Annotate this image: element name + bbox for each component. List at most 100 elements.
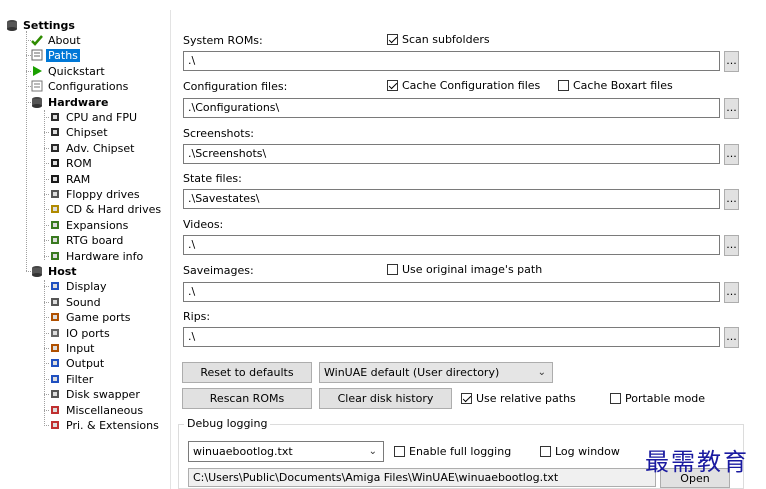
tree-item-rom[interactable]: ROM — [49, 156, 94, 171]
videos-browse-button[interactable]: ... — [724, 235, 739, 256]
log-window-checkbox[interactable]: Log window — [540, 445, 620, 459]
path-mode-value: WinUAE default (User directory) — [324, 366, 500, 379]
cache-boxart-label: Cache Boxart files — [573, 79, 673, 92]
floppy-drive-icon — [49, 188, 61, 200]
log-window-label: Log window — [555, 445, 620, 458]
tree-item-filter[interactable]: Filter — [49, 372, 95, 387]
config-files-field[interactable]: .\Configurations\ — [183, 98, 720, 118]
screenshots-browse-button[interactable]: ... — [724, 144, 739, 165]
tree-item-label: Miscellaneous — [66, 403, 144, 417]
screenshots-field[interactable]: .\Screenshots\ — [183, 144, 720, 164]
tree-item-label: RTG board — [66, 234, 124, 248]
system-roms-field[interactable]: .\ — [183, 51, 720, 71]
rescan-roms-button[interactable]: Rescan ROMs — [182, 388, 312, 409]
log-path-field[interactable]: C:\Users\Public\Documents\Amiga Files\Wi… — [188, 468, 656, 487]
hardware-icon — [31, 96, 43, 108]
tree-item-rtg-board[interactable]: RTG board — [49, 233, 125, 248]
settings-icon — [6, 19, 18, 31]
use-original-path-checkbox[interactable]: Use original image's path — [387, 263, 542, 277]
tree-item-label: IO ports — [66, 326, 110, 340]
state-files-browse-button[interactable]: ... — [724, 189, 739, 210]
tree-item-adv-chipset[interactable]: Adv. Chipset — [49, 141, 136, 156]
saveimages-field[interactable]: .\ — [183, 282, 720, 302]
tree-item-label: Pri. & Extensions — [66, 419, 159, 432]
tree-item-paths[interactable]: Paths — [31, 48, 80, 63]
paths-folder-icon — [31, 49, 43, 61]
tree-item-expansions[interactable]: Expansions — [49, 218, 130, 233]
joystick-icon — [49, 311, 61, 323]
tree-item-about[interactable]: About — [31, 33, 83, 48]
tree-item-game-ports[interactable]: Game ports — [49, 310, 133, 325]
portable-mode-checkbox[interactable]: Portable mode — [610, 392, 705, 406]
tree-item-chipset[interactable]: Chipset — [49, 125, 110, 140]
saveimages-label: Saveimages: — [183, 264, 254, 277]
tree-item-cpu-and-fpu[interactable]: CPU and FPU — [49, 110, 139, 125]
input-joystick-icon — [49, 342, 61, 354]
tree-connector — [26, 31, 27, 271]
scan-subfolders-checkbox[interactable]: Scan subfolders — [387, 33, 490, 47]
clear-disk-history-button[interactable]: Clear disk history — [319, 388, 452, 409]
tree-item-ram[interactable]: RAM — [49, 172, 92, 187]
tree-item-label: Disk swapper — [66, 388, 140, 402]
tree-item-output[interactable]: Output — [49, 356, 106, 371]
host-icon — [31, 265, 43, 277]
tree-item-label: CD & Hard drives — [66, 203, 162, 217]
state-files-field[interactable]: .\Savestates\ — [183, 189, 720, 209]
cache-config-checkbox[interactable]: Cache Configuration files — [387, 79, 540, 93]
tree-item-quickstart[interactable]: Quickstart — [31, 64, 107, 79]
tree-item-hardware-info[interactable]: Hardware info — [49, 249, 145, 264]
log-file-value: winuaebootlog.txt — [193, 445, 293, 458]
config-files-browse-button[interactable]: ... — [724, 98, 739, 119]
system-roms-browse-button[interactable]: ... — [724, 51, 739, 72]
tree-item-label: Adv. Chipset — [66, 141, 135, 155]
sound-icon — [49, 296, 61, 308]
rips-browse-button[interactable]: ... — [724, 327, 739, 348]
watermark-text: 最需教育 — [645, 448, 749, 476]
use-relative-paths-checkbox[interactable]: Use relative paths — [461, 392, 576, 406]
videos-label: Videos: — [183, 218, 224, 231]
chevron-down-icon: ⌄ — [368, 446, 377, 457]
use-relative-paths-label: Use relative paths — [476, 392, 576, 405]
rips-field[interactable]: .\ — [183, 327, 720, 347]
tree-item-label: Display — [66, 280, 107, 294]
use-original-path-label: Use original image's path — [402, 263, 543, 276]
tree-item-floppy-drives[interactable]: Floppy drives — [49, 187, 142, 202]
path-mode-dropdown[interactable]: WinUAE default (User directory) ⌄ — [319, 362, 553, 383]
tree-item-input[interactable]: Input — [49, 341, 96, 356]
tree-item-display[interactable]: Display — [49, 279, 109, 294]
state-files-label: State files: — [183, 172, 242, 185]
videos-field[interactable]: .\ — [183, 235, 720, 255]
checkbox-unchecked-icon — [558, 80, 569, 91]
tree-item-io-ports[interactable]: IO ports — [49, 326, 112, 341]
checkbox-unchecked-icon — [394, 446, 405, 457]
output-icon — [49, 357, 61, 369]
io-ports-icon — [49, 327, 61, 339]
checkbox-unchecked-icon — [540, 446, 551, 457]
tree-item-label: Floppy drives — [66, 188, 140, 201]
miscellaneous-icon — [49, 404, 61, 416]
tree-item-hardware[interactable]: Hardware — [31, 95, 110, 110]
chip-icon — [49, 126, 61, 138]
enable-full-logging-checkbox[interactable]: Enable full logging — [394, 445, 511, 459]
tree-item-miscellaneous[interactable]: Miscellaneous — [49, 403, 145, 418]
screenshots-label: Screenshots: — [183, 127, 255, 140]
about-check-icon — [31, 34, 43, 46]
saveimages-browse-button[interactable]: ... — [724, 282, 739, 303]
tree-item-pri-extensions[interactable]: Pri. & Extensions — [49, 418, 161, 433]
tree-item-label: Hardware — [48, 95, 109, 109]
tree-item-host[interactable]: Host — [31, 264, 79, 279]
tree-item-sound[interactable]: Sound — [49, 295, 103, 310]
cache-boxart-checkbox[interactable]: Cache Boxart files — [558, 79, 673, 93]
checkbox-checked-icon — [387, 34, 398, 45]
enable-full-logging-label: Enable full logging — [409, 445, 512, 458]
settings-tree[interactable]: Settings About Paths Quickstart Configurati… — [0, 0, 170, 489]
hardware-info-icon — [49, 250, 61, 262]
chip-icon — [49, 142, 61, 154]
tree-item-configurations[interactable]: Configurations — [31, 79, 130, 94]
tree-root-settings[interactable]: Settings — [6, 18, 77, 33]
tree-item-disk-swapper[interactable]: Disk swapper — [49, 387, 142, 402]
tree-item-cd-hard-drives[interactable]: CD & Hard drives — [49, 202, 163, 217]
tree-item-label: Sound — [66, 295, 101, 309]
log-file-dropdown[interactable]: winuaebootlog.txt ⌄ — [188, 441, 384, 462]
reset-defaults-button[interactable]: Reset to defaults — [182, 362, 312, 383]
